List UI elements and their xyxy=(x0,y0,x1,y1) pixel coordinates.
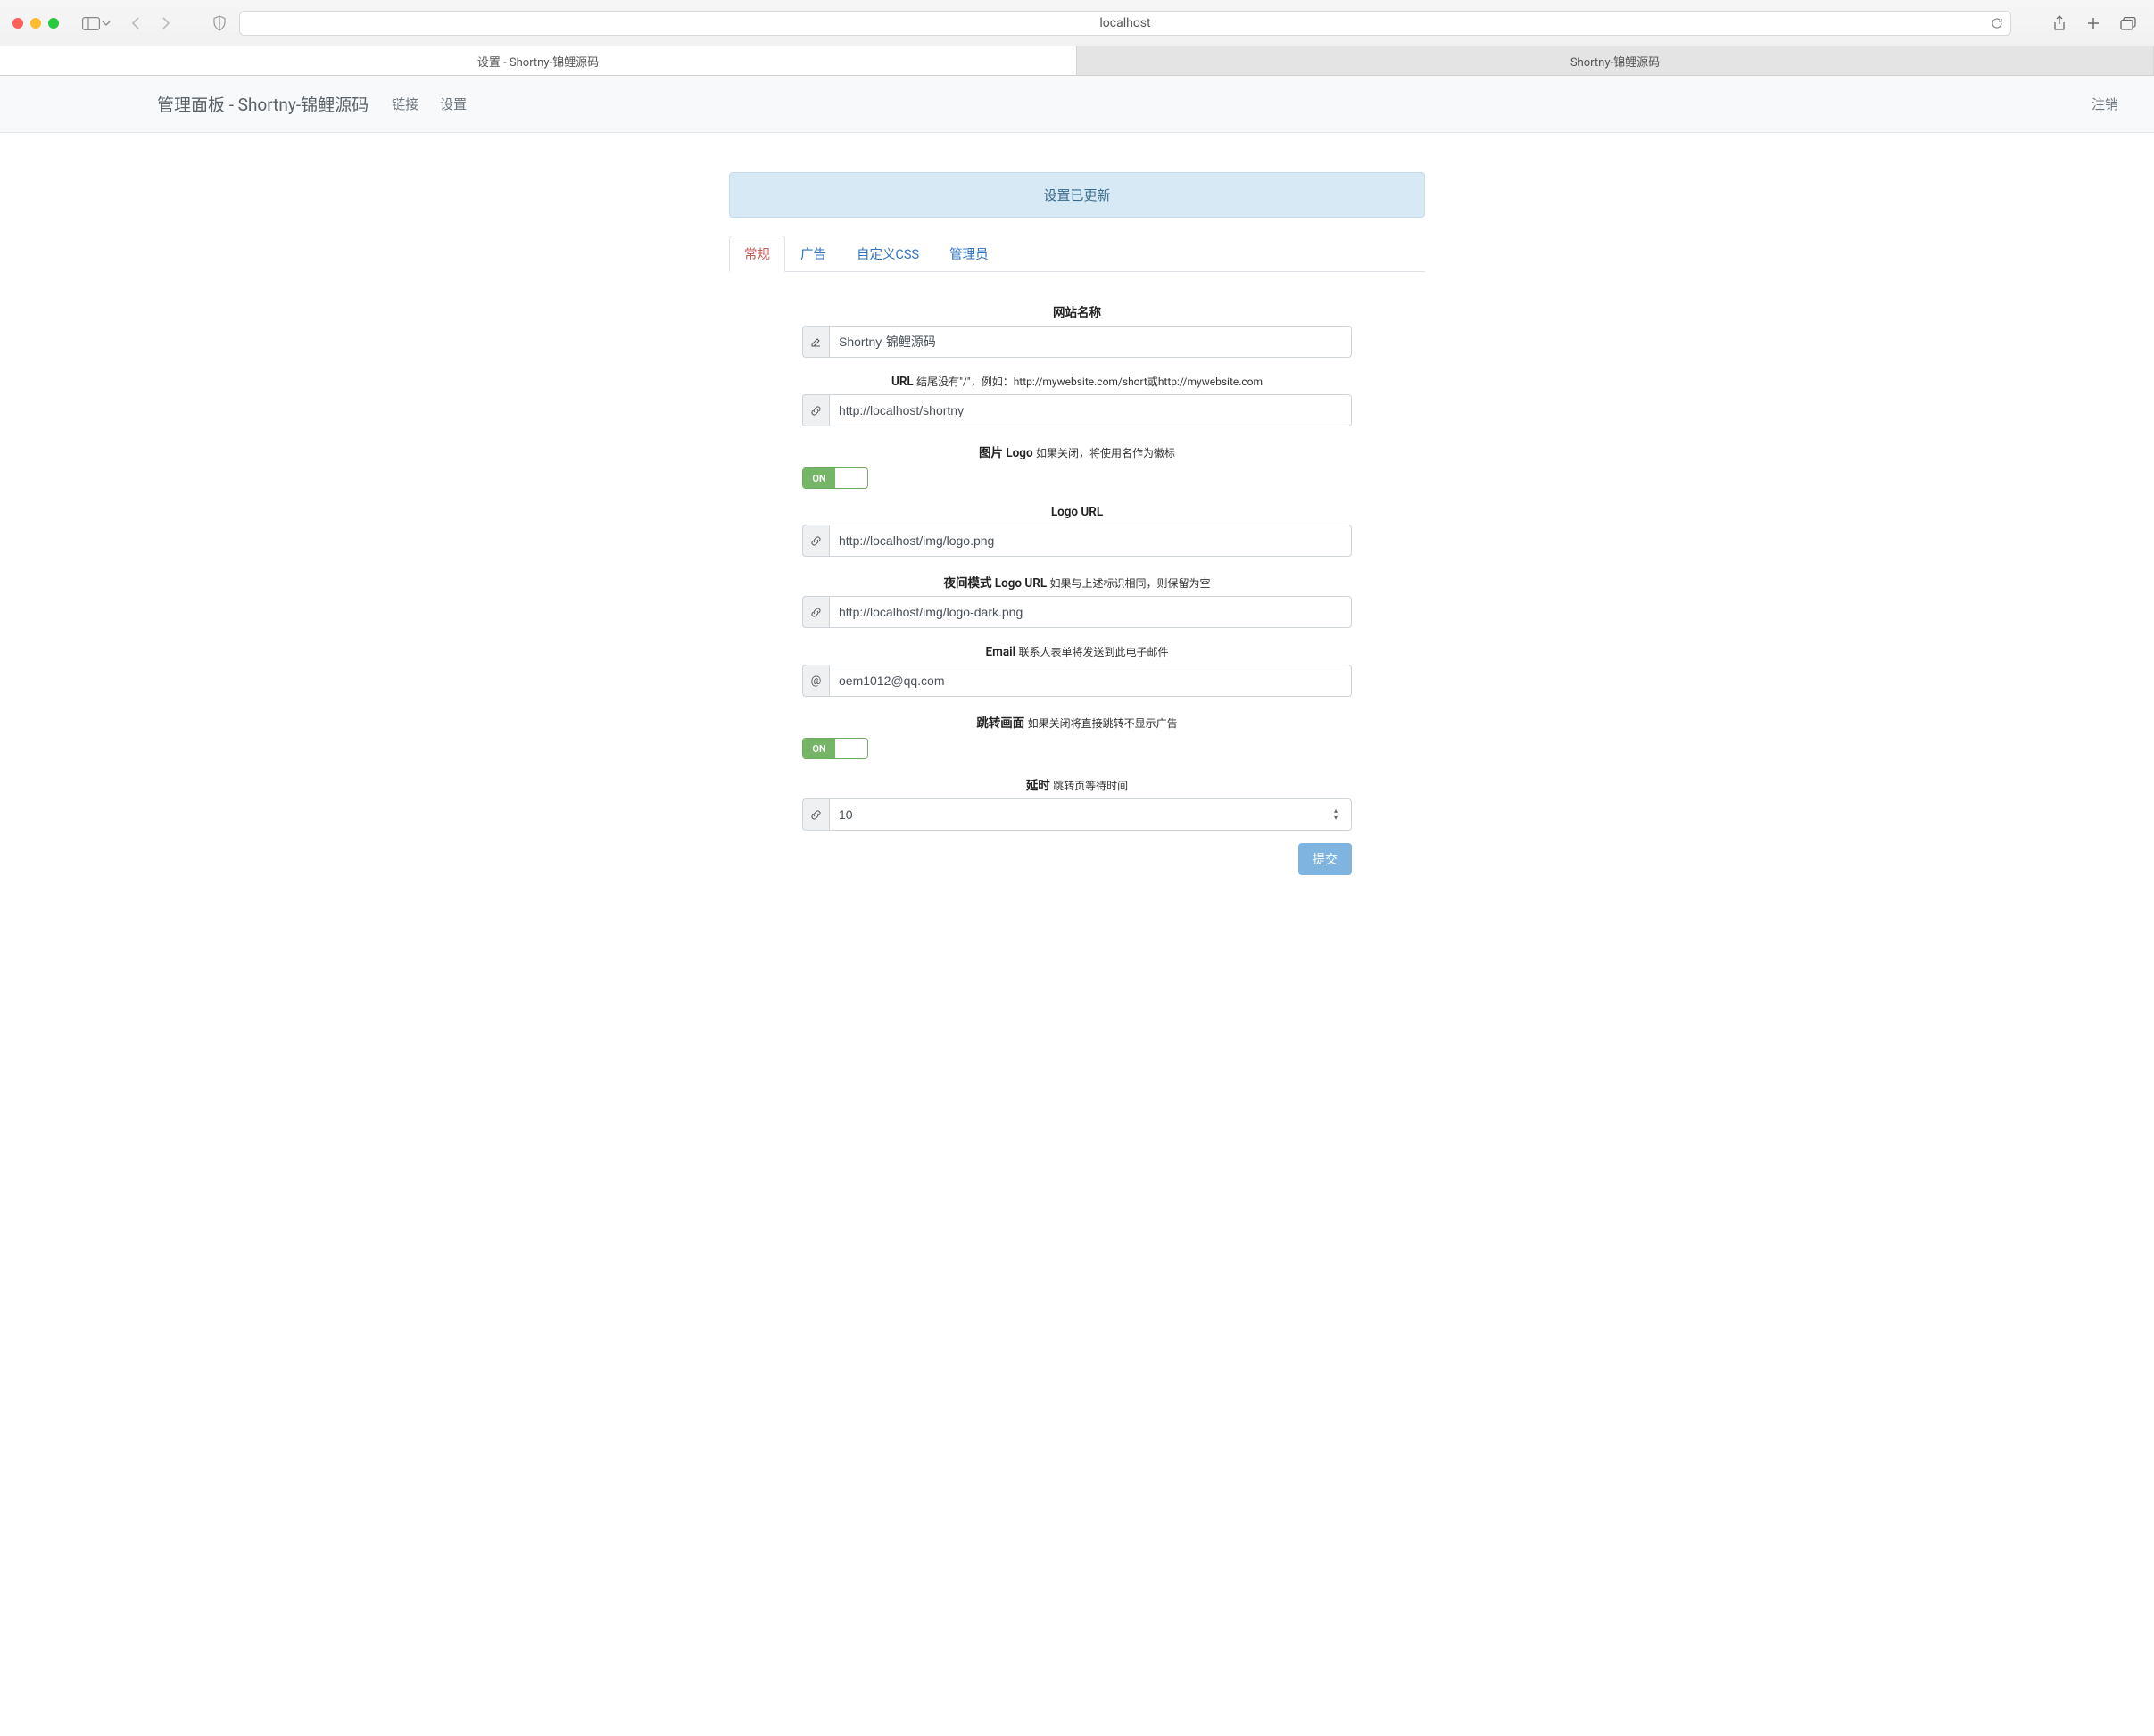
email-input[interactable] xyxy=(829,665,1352,697)
success-alert: 设置已更新 xyxy=(729,172,1425,218)
edit-icon xyxy=(802,326,829,358)
minimize-window-button[interactable] xyxy=(30,18,41,29)
settings-tabs: 常规 广告 自定义CSS 管理员 xyxy=(729,236,1425,272)
url-label: URL 结尾没有"/"，例如：http://mywebsite.com/shor… xyxy=(802,374,1352,389)
browser-tab[interactable]: 设置 - Shortny-锦鲤源码 xyxy=(0,46,1077,75)
submit-button[interactable]: 提交 xyxy=(1298,843,1352,875)
browser-tab[interactable]: Shortny-锦鲤源码 xyxy=(1077,46,2154,75)
address-text: localhost xyxy=(1099,16,1150,30)
close-window-button[interactable] xyxy=(12,18,23,29)
page-content: 设置已更新 常规 广告 自定义CSS 管理员 网站名称 URL 结尾没有"/"，… xyxy=(720,172,1434,875)
url-group xyxy=(802,394,1352,426)
logo-url-group xyxy=(802,525,1352,557)
logo-url-label: Logo URL xyxy=(802,505,1352,519)
nav-link-logout[interactable]: 注销 xyxy=(2092,95,2118,113)
nav-link-links[interactable]: 链接 xyxy=(392,95,418,113)
back-button[interactable] xyxy=(125,12,146,34)
address-bar[interactable]: localhost xyxy=(239,11,2011,36)
site-name-input[interactable] xyxy=(829,326,1352,358)
browser-tab-title: Shortny-锦鲤源码 xyxy=(1570,53,1660,70)
dark-logo-url-label: 夜间模式 Logo URL 如果与上述标识相同，则保留为空 xyxy=(802,573,1352,591)
tab-overview-button[interactable] xyxy=(2115,13,2142,34)
forward-button[interactable] xyxy=(155,12,177,34)
dark-logo-url-input[interactable] xyxy=(829,596,1352,628)
link-icon xyxy=(802,596,829,628)
new-tab-button[interactable] xyxy=(2081,12,2106,34)
delay-input[interactable] xyxy=(829,798,1352,831)
chevron-down-icon xyxy=(102,20,111,27)
sidebar-toggle-button[interactable] xyxy=(77,13,116,34)
browser-tab-strip: 设置 - Shortny-锦鲤源码 Shortny-锦鲤源码 xyxy=(0,46,2154,75)
window-controls xyxy=(12,18,59,29)
at-icon: @ xyxy=(802,665,829,697)
logo-url-input[interactable] xyxy=(829,525,1352,557)
app-navbar: 管理面板 - Shortny-锦鲤源码 链接 设置 注销 xyxy=(0,76,2154,133)
link-icon xyxy=(802,394,829,426)
site-name-group xyxy=(802,326,1352,358)
browser-chrome: localhost 设置 - Shortny-锦鲤源码 Shortny-锦鲤源码 xyxy=(0,0,2154,76)
image-logo-label: 图片 Logo 如果关闭，将使用名作为徽标 xyxy=(802,442,1352,460)
browser-tab-title: 设置 - Shortny-锦鲤源码 xyxy=(477,53,599,70)
delay-group: ▴▾ xyxy=(802,798,1352,831)
tab-admin[interactable]: 管理员 xyxy=(934,236,1004,272)
tab-custom-css[interactable]: 自定义CSS xyxy=(841,236,934,272)
delay-label: 延时 跳转页等待时间 xyxy=(802,775,1352,793)
tab-general[interactable]: 常规 xyxy=(729,236,785,272)
nav-link-settings[interactable]: 设置 xyxy=(440,95,467,113)
image-logo-toggle[interactable]: ON xyxy=(802,467,868,489)
browser-toolbar: localhost xyxy=(0,0,2154,46)
tab-ads[interactable]: 广告 xyxy=(785,236,841,272)
site-name-label: 网站名称 xyxy=(802,302,1352,320)
share-button[interactable] xyxy=(2047,12,2072,35)
alert-text: 设置已更新 xyxy=(1043,187,1110,203)
link-icon xyxy=(802,525,829,557)
dark-logo-url-group xyxy=(802,596,1352,628)
email-label: Email 联系人表单将发送到此电子邮件 xyxy=(802,644,1352,659)
zoom-window-button[interactable] xyxy=(48,18,59,29)
number-stepper-icon[interactable]: ▴▾ xyxy=(1334,802,1346,827)
email-group: @ xyxy=(802,665,1352,697)
link-icon xyxy=(802,798,829,831)
settings-form: 网站名称 URL 结尾没有"/"，例如：http://mywebsite.com… xyxy=(729,272,1425,875)
splash-label: 跳转画面 如果关闭将直接跳转不显示广告 xyxy=(802,713,1352,731)
url-input[interactable] xyxy=(829,394,1352,426)
brand-title: 管理面板 - Shortny-锦鲤源码 xyxy=(157,92,369,116)
privacy-shield-icon[interactable] xyxy=(212,15,227,31)
reload-icon[interactable] xyxy=(1991,17,2003,29)
splash-toggle[interactable]: ON xyxy=(802,738,868,759)
